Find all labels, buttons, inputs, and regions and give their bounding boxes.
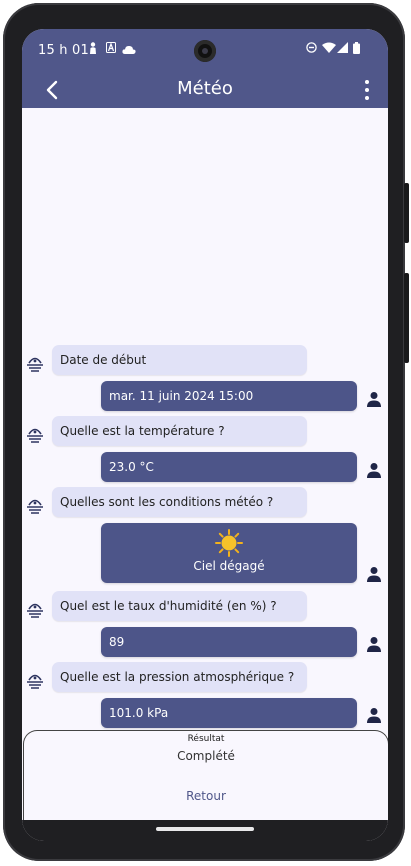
more-options-button[interactable]: [360, 76, 374, 104]
app-bar: Météo: [22, 72, 388, 108]
screen: 15 h 01 Météo Date de début mar. 11 juin…: [22, 29, 388, 841]
power-button: [404, 183, 409, 243]
home-gesture-handle[interactable]: [156, 827, 254, 831]
dnd-icon: [306, 42, 317, 56]
status-time: 15 h 01: [38, 43, 89, 58]
answer-bubble: mar. 11 juin 2024 15:00: [101, 381, 357, 411]
front-camera: [194, 40, 216, 62]
cloud-icon: [122, 44, 136, 57]
person-icon: [89, 42, 97, 57]
user-icon: [366, 707, 382, 723]
question-bubble: Quelles sont les conditions météo ?: [52, 487, 307, 517]
user-icon: [366, 566, 382, 582]
answer-bubble: 23.0 °C: [101, 452, 357, 482]
status-bar: 15 h 01: [22, 29, 388, 72]
result-panel: Résultat Complété Retour: [23, 730, 388, 821]
more-vert-icon: [365, 80, 369, 84]
battery-icon: [353, 42, 360, 57]
weather-answer-bubble: Ciel dégagé: [101, 523, 357, 583]
user-icon: [366, 636, 382, 652]
question-bubble: Date de début: [52, 345, 307, 375]
result-value: Complété: [177, 749, 235, 763]
answer-bubble: 101.0 kPa: [101, 698, 357, 728]
assistant-icon: [26, 600, 44, 620]
sun-icon: [215, 529, 243, 557]
phone-frame: 15 h 01 Météo Date de début mar. 11 juin…: [3, 3, 409, 861]
assistant-icon: [26, 425, 44, 445]
wifi-icon: [322, 42, 336, 56]
assistant-icon: [26, 354, 44, 374]
signal-icon: [337, 42, 348, 56]
result-label: Résultat: [187, 734, 225, 744]
assistant-icon: [26, 671, 44, 691]
back-link-button[interactable]: Retour: [24, 789, 388, 803]
question-bubble: Quel est le taux d'humidité (en %) ?: [52, 591, 307, 621]
volume-button: [404, 273, 409, 363]
weather-condition: Ciel dégagé: [193, 559, 265, 573]
question-bubble: Quelle est la température ?: [52, 416, 307, 446]
page-title: Météo: [177, 78, 233, 99]
user-icon: [366, 391, 382, 407]
chat-area: Date de début mar. 11 juin 2024 15:00 Qu…: [22, 108, 388, 728]
assistant-icon: [26, 496, 44, 516]
navigation-bar: [22, 820, 388, 841]
a-box-icon: [106, 42, 116, 56]
question-bubble: Quelle est la pression atmosphérique ?: [52, 662, 307, 692]
answer-bubble: 89: [101, 627, 357, 657]
user-icon: [366, 462, 382, 478]
